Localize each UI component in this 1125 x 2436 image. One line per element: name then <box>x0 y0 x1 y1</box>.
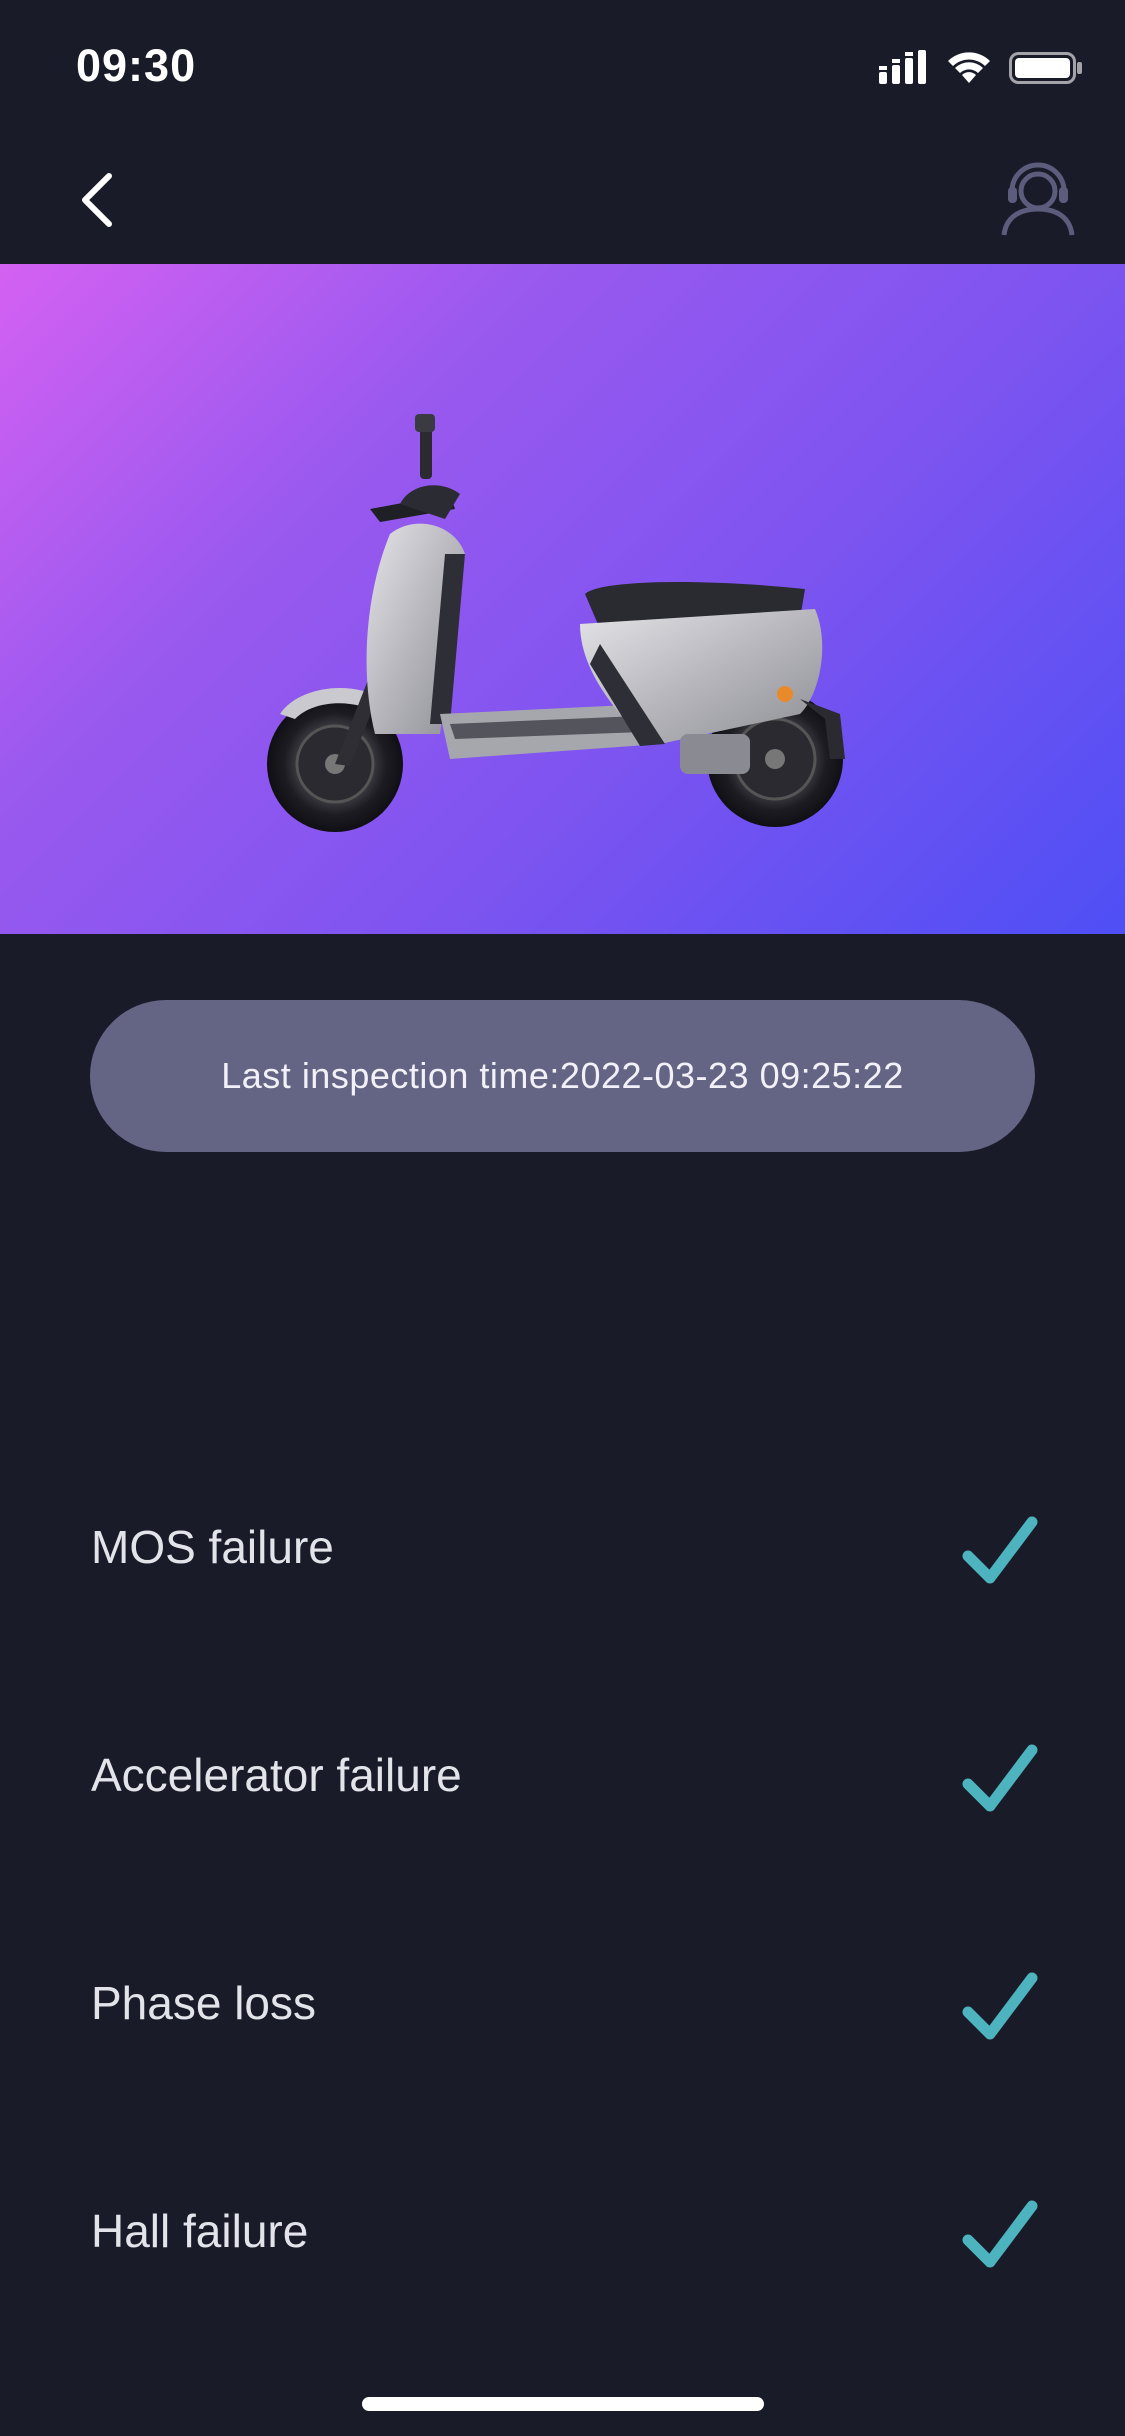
check-label: Phase loss <box>91 1977 317 2029</box>
chevron-left-icon <box>82 173 112 227</box>
wifi-icon <box>948 52 990 83</box>
last-inspection-text: Last inspection time:2022-03-23 09:25:22 <box>221 1055 904 1096</box>
status-time: 09:30 <box>76 40 197 91</box>
check-label: Accelerator failure <box>91 1749 462 1801</box>
cellular-signal-icon <box>879 50 926 84</box>
check-row-hall: Hall failure <box>0 2124 1125 2352</box>
battery-icon <box>1009 52 1082 84</box>
nav-bar <box>0 132 1125 264</box>
headset-support-icon <box>1001 162 1075 236</box>
last-inspection-badge: Last inspection time:2022-03-23 09:25:22 <box>90 1000 1035 1152</box>
check-row-accelerator: Accelerator failure <box>0 1668 1125 1896</box>
check-row-mos: MOS failure <box>0 1440 1125 1668</box>
checkmark-icon <box>962 1516 1038 1584</box>
check-label: MOS failure <box>91 1521 334 1573</box>
customer-support-button[interactable] <box>993 154 1083 244</box>
scooter-image <box>267 414 845 832</box>
hero-banner <box>0 264 1125 934</box>
check-label: Hall failure <box>91 2205 309 2257</box>
status-icons <box>879 46 1083 90</box>
checkmark-icon <box>962 2200 1038 2268</box>
status-bar: 09:30 <box>0 0 1125 132</box>
home-indicator[interactable] <box>362 2397 764 2411</box>
checkmark-icon <box>962 1744 1038 1812</box>
back-button[interactable] <box>62 160 132 240</box>
checkmark-icon <box>962 1972 1038 2040</box>
check-row-phase-loss: Phase loss <box>0 1896 1125 2124</box>
